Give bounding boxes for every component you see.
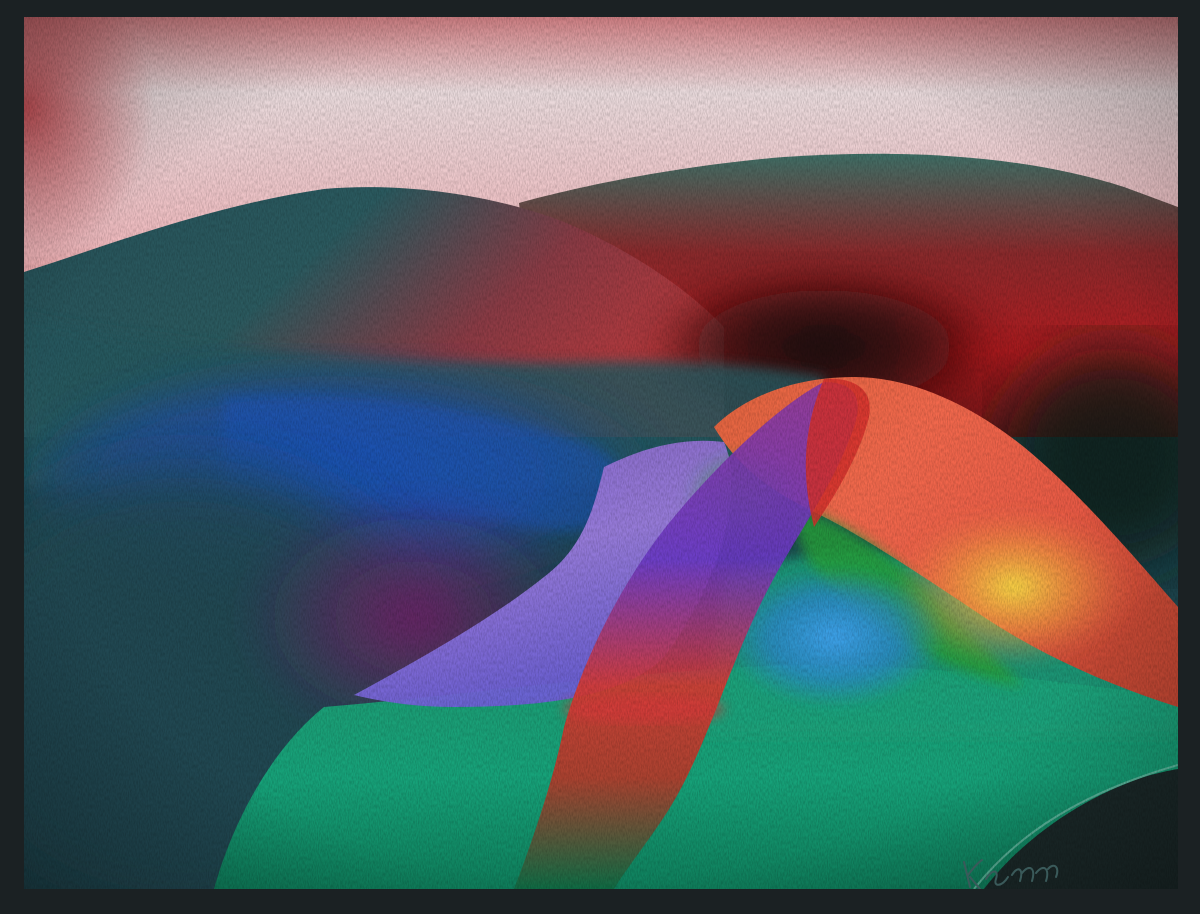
landscape-painting: [24, 17, 1178, 889]
picture-frame: [0, 0, 1200, 914]
painting-svg: [24, 17, 1178, 889]
vignette: [24, 17, 1178, 889]
